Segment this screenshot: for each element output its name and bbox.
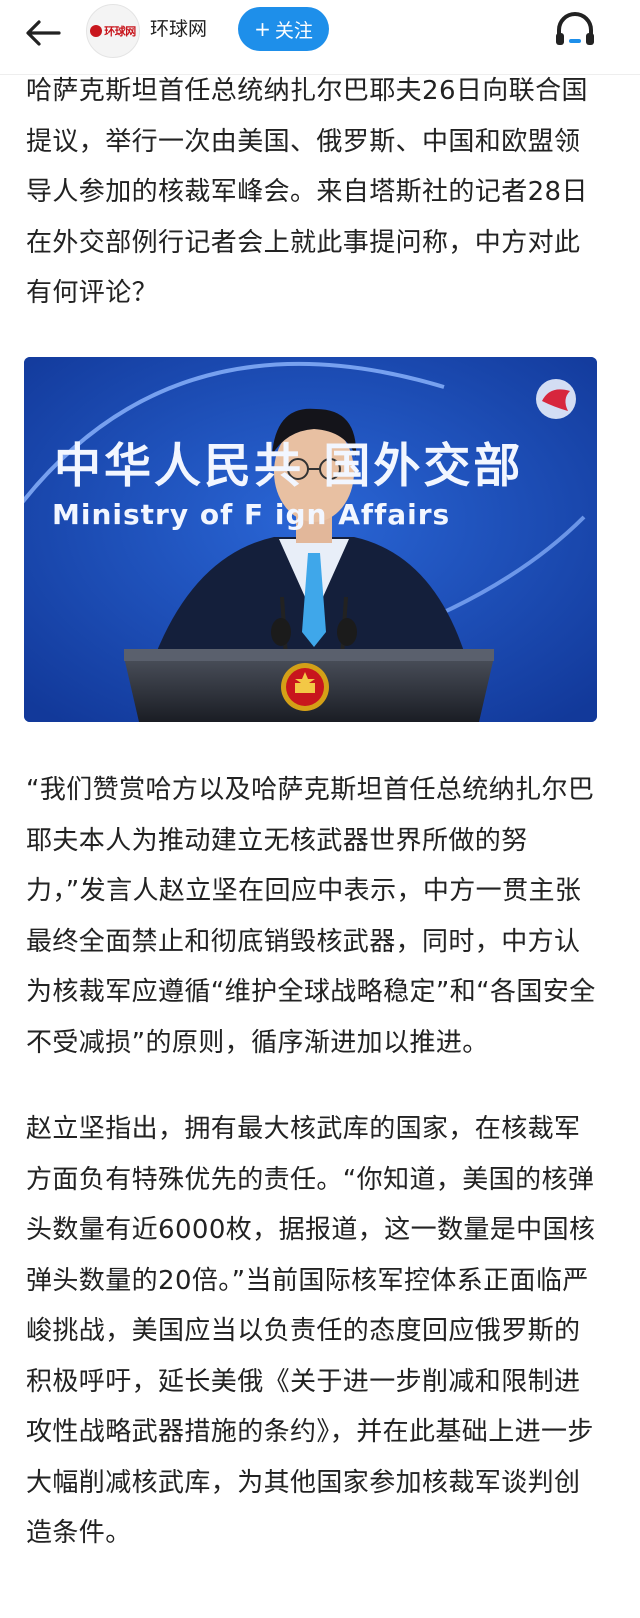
follow-button[interactable]: + 关注 xyxy=(238,7,329,51)
article-paragraph-3: 赵立坚指出，拥有最大核武库的国家，在核裁军方面负有特殊优先的责任。“你知道，美国… xyxy=(26,1114,596,1548)
listen-button[interactable] xyxy=(550,8,600,52)
arrow-left-icon xyxy=(25,19,61,51)
article-photo[interactable]: 中华人民共 国外交部 Ministry of F ign Affairs xyxy=(24,357,597,722)
plus-icon: + xyxy=(254,17,271,41)
backdrop-english-text: Ministry of F ign Affairs xyxy=(52,498,451,531)
top-bar: 环球网 环球网 + 关注 xyxy=(0,0,640,75)
article-paragraph-2: “我们赞赏哈方以及哈萨克斯坦首任总统纳扎尔巴耶夫本人为推动建立无核武器世界所做的… xyxy=(26,775,596,1058)
backdrop-chinese-text: 中华人民共 国外交部 xyxy=(54,439,524,494)
source-avatar[interactable]: 环球网 xyxy=(86,4,140,58)
article-paragraph-1: 哈萨克斯坦首任总统纳扎尔巴耶夫26日向联合国提议，举行一次由美国、俄罗斯、中国和… xyxy=(26,76,588,308)
corner-emblem xyxy=(536,379,576,419)
huanqiu-logo: 环球网 xyxy=(90,23,136,39)
press-conference-image xyxy=(24,357,597,722)
follow-label: 关注 xyxy=(274,19,313,42)
source-name[interactable]: 环球网 xyxy=(150,14,207,44)
headphones-icon xyxy=(554,10,596,50)
national-emblem xyxy=(281,663,329,711)
back-button[interactable] xyxy=(18,10,68,60)
